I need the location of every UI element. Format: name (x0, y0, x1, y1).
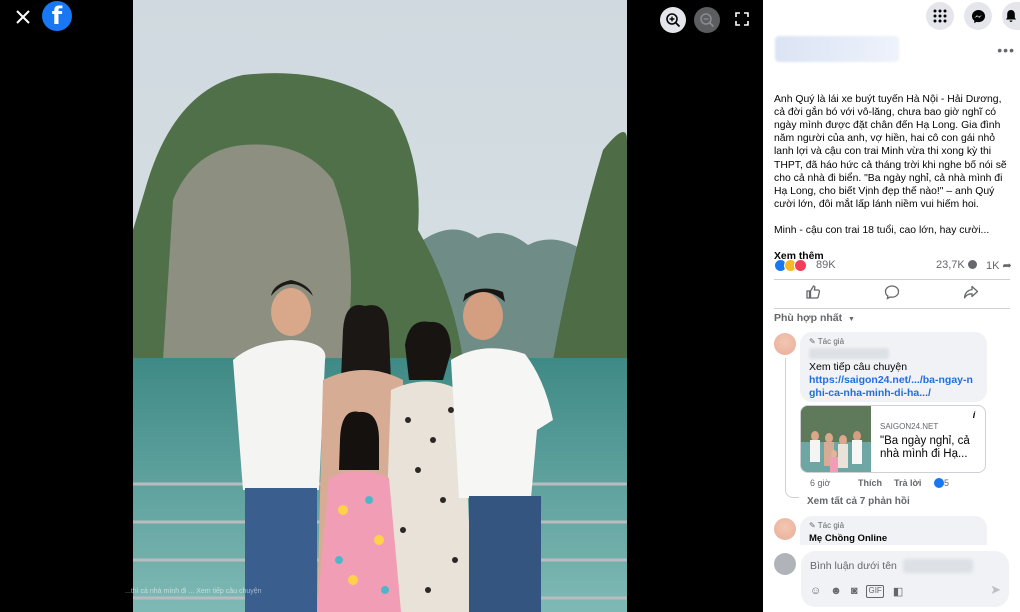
comment-time[interactable]: 6 giờ (810, 478, 830, 488)
post-panel: ••• Anh Quý là lái xe buýt tuyến Hà Nội … (763, 0, 1020, 612)
avatar-sticker-icon[interactable]: ☺ (810, 585, 821, 598)
author-name-redacted (775, 36, 899, 62)
avatar[interactable] (774, 333, 796, 355)
comment-bubble: ✎ Tác giả Xem tiếp câu chuyện https://sa… (800, 332, 987, 402)
shares-count-value: 1K (986, 260, 1000, 272)
author-tag: ✎ Tác giả (809, 337, 844, 346)
photo-watermark: ...thì cả nhà mình đi ... Xem tiếp câu c… (125, 588, 262, 595)
reactions-bar: 89K 23,7K 1K ➦ (774, 258, 1012, 274)
comment-input-placeholder: Bình luận dưới tên (810, 560, 897, 572)
emoji-icon[interactable]: ☻ (830, 585, 842, 598)
post-author[interactable]: ••• (775, 36, 1015, 62)
panel-header (763, 0, 1020, 32)
post-actions (774, 283, 1010, 305)
share-icon (963, 285, 978, 298)
view-all-replies-link[interactable]: Xem tất cả 7 phản hồi (807, 496, 910, 507)
post-body: Anh Quý là lái xe buýt tuyến Hà Nội - Hả… (774, 94, 1007, 237)
post-text: Anh Quý là lái xe buýt tuyến Hà Nội - Hả… (774, 80, 1010, 263)
like-button[interactable] (805, 284, 821, 305)
link-preview-card[interactable]: i SAIGON24.NET "Ba ngày nghỉ, cả nhà mìn… (800, 405, 986, 473)
link-preview-image (801, 406, 871, 472)
comment-input[interactable]: Bình luận dưới tên ☺ ☻ ◙ GIF ◧ ➤ (801, 551, 1009, 607)
thumbs-up-icon (806, 284, 821, 299)
fullscreen-icon[interactable] (733, 10, 751, 28)
chevron-down-icon: ▼ (848, 316, 855, 323)
commenter-name-redacted (809, 348, 889, 359)
user-avatar (774, 553, 796, 575)
gif-icon[interactable]: GIF (866, 585, 884, 598)
zoom-in-icon[interactable] (660, 7, 686, 33)
comment-text: Xem tiếp câu chuyện (809, 361, 908, 373)
love-reaction-icon (794, 259, 807, 272)
pencil-icon: ✎ (809, 337, 816, 346)
send-icon[interactable]: ➤ (990, 582, 1001, 598)
reactions-count[interactable]: 89K (816, 259, 836, 271)
commenter-name[interactable]: Mẹ Chồng Online (809, 533, 887, 544)
share-button[interactable] (963, 284, 979, 305)
like-badge-icon (934, 478, 944, 488)
comment-bubble: ✎ Tác giả Mẹ Chồng Online (800, 516, 987, 546)
zoom-out-icon[interactable] (694, 7, 720, 33)
close-icon[interactable] (10, 4, 36, 30)
comment-sort-dropdown[interactable]: Phù hợp nhất ▼ (774, 312, 855, 324)
post-photo[interactable] (133, 0, 627, 612)
avatar[interactable] (774, 518, 796, 540)
commenter-identity-redacted (903, 559, 973, 573)
menu-grid-icon[interactable] (926, 2, 954, 30)
composer-tools: ☺ ☻ ◙ GIF ◧ (810, 585, 903, 598)
comment-bubble-icon (967, 260, 977, 269)
share-count-icon: ➦ (1002, 260, 1012, 272)
shares-count[interactable]: 1K ➦ (986, 259, 1012, 272)
reaction-icons[interactable] (774, 259, 807, 272)
facebook-logo[interactable]: f (42, 1, 72, 31)
comment-reply-button[interactable]: Trả lời (894, 478, 921, 488)
divider (774, 279, 1010, 280)
author-tag-label: Tác giả (817, 337, 845, 346)
messenger-icon[interactable] (964, 2, 992, 30)
pencil-icon: ✎ (809, 521, 816, 530)
comments-count-value: 23,7K (936, 259, 965, 271)
comment-icon (884, 284, 900, 300)
comment-button[interactable] (884, 284, 900, 305)
more-options-icon[interactable]: ••• (997, 42, 1015, 58)
author-tag: ✎ Tác giả (809, 521, 844, 530)
info-icon[interactable]: i (967, 408, 981, 422)
link-title: "Ba ngày nghỉ, cả nhà mình đi Hạ... (880, 435, 970, 460)
camera-icon[interactable]: ◙ (851, 585, 858, 598)
notifications-bell-icon[interactable] (1002, 2, 1020, 30)
sort-label: Phù hợp nhất (774, 312, 843, 324)
photo-viewer: f ...thì cả nhà mình đi ... Xem tiếp câu… (0, 0, 763, 612)
reply-thread-line (785, 358, 799, 498)
comment-composer: Bình luận dưới tên ☺ ☻ ◙ GIF ◧ ➤ (763, 545, 1020, 612)
divider (774, 308, 1010, 309)
comment-link[interactable]: https://saigon24.net/.../ba-ngay-nghi-ca… (809, 374, 979, 400)
comments-count[interactable]: 23,7K (936, 259, 977, 271)
link-source: SAIGON24.NET (880, 422, 939, 431)
author-tag-label: Tác giả (817, 521, 845, 530)
comment-like-button[interactable]: Thích (858, 478, 882, 488)
sticker-icon[interactable]: ◧ (893, 585, 903, 598)
